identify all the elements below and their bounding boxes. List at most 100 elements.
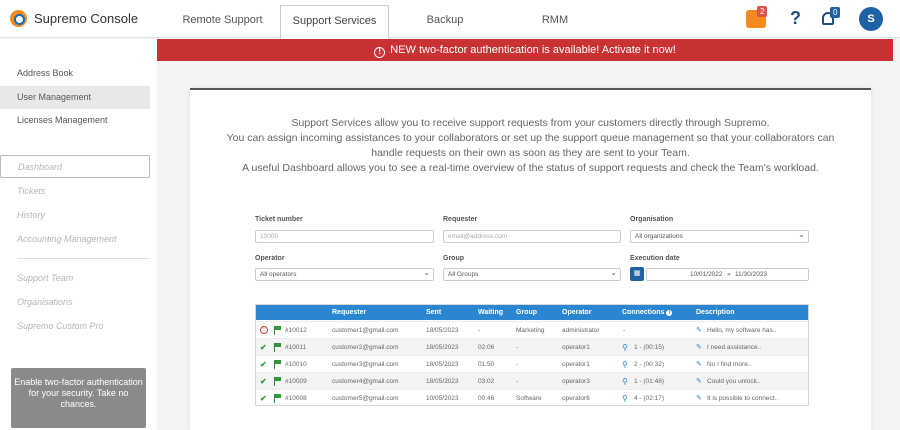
check-icon: ✔ [260,343,267,352]
sidebar-item-organisations[interactable]: Organisations [0,291,150,314]
waiting-cell: 02:06 [478,344,495,351]
operator-label: Operator [255,255,285,262]
table-row[interactable]: ✔ #10009 customer4@gmail.com 18/05/2023 … [256,372,808,389]
magnifier-icon[interactable]: ⚲ [622,356,628,373]
ticket-number[interactable]: #10008 [285,390,307,407]
top-bar: Supremo Console Remote Support Support S… [0,0,900,39]
connections-cell: 4 - (02:17) [634,395,664,402]
flag-icon [274,326,281,335]
sidebar-item-licenses-management[interactable]: Licenses Management [0,109,150,132]
magnifier-icon[interactable]: ⚲ [622,339,628,356]
ticket-number[interactable]: #10010 [285,356,307,373]
sent-cell: 18/05/2023 [426,378,459,385]
flag-icon [274,377,281,386]
table-row[interactable]: ✔ #10008 customer5@gmail.com 10/05/2023 … [256,389,808,406]
flag-icon [274,394,281,403]
app-title: Supremo Console [34,11,139,26]
operator-select[interactable]: All operators [255,267,434,281]
table-row[interactable]: ✔ #10011 customer2@gmail.com 18/05/2023 … [256,338,808,355]
supremo-logo-icon [10,10,27,27]
pencil-icon[interactable]: ✎ [696,390,702,407]
date-to: 11/30/2023 [735,271,768,278]
column-header-requester[interactable]: Requester [332,305,366,320]
sidebar-item-address-book[interactable]: Address Book [0,62,150,85]
requester-cell: customer4@gmail.com [332,378,399,385]
description-cell: Could you unlock.. [707,378,761,385]
pencil-icon[interactable]: ✎ [696,373,702,390]
group-select[interactable]: All Groups [443,267,621,281]
sidebar-item-support-team[interactable]: Support Team [0,267,150,290]
ticket-number[interactable]: #10011 [285,339,306,356]
intro-line: Support Services allow you to receive su… [291,117,770,129]
requester-cell: customer3@gmail.com [332,361,399,368]
help-icon[interactable]: ? [790,8,801,29]
requester-label: Requester [443,216,478,223]
tab-remote-support[interactable]: Remote Support [175,5,270,39]
calendar-icon[interactable]: ▦ [630,267,644,281]
sent-cell: 18/05/2023 [426,361,459,368]
info-icon[interactable]: i [666,310,673,316]
sidebar-item-supremo-custom-pro[interactable]: Supremo Custom Pro [0,315,150,338]
requester-input[interactable]: email@address.com [443,230,621,243]
avatar[interactable]: S [859,7,883,31]
table-row[interactable]: ! #10012 customer1@gmail.com 18/05/2023 … [256,321,808,338]
date-from: 10/01/2022 [690,271,723,278]
sidebar-item-history[interactable]: History [0,204,150,227]
description-cell: No I find more.. [707,361,752,368]
group-cell: - [516,344,519,351]
description-cell: I need assistance.. [707,344,762,351]
check-icon: ✔ [260,394,267,403]
alert-text: NEW two-factor authentication is availab… [390,44,676,56]
column-header-sent[interactable]: Sent [426,305,441,320]
app-logo[interactable]: Supremo Console [10,10,138,27]
sidebar-item-accounting-management[interactable]: Accounting Management [0,228,150,251]
organisation-label: Organisation [630,216,674,223]
ticket-number[interactable]: #10012 [285,322,307,339]
tab-support-services[interactable]: Support Services [280,5,389,39]
group-cell: Marketing [516,327,545,334]
operator-cell: operator1 [562,361,590,368]
connections-cell: 2 - (00:32) [634,361,664,368]
magnifier-icon[interactable]: ⚲ [622,390,628,407]
ticket-number-input[interactable]: 10000 [255,230,434,243]
sidebar-item-user-management[interactable]: User Management [0,86,150,109]
tickets-table: Requester Sent Waiting Group Operator Co… [255,304,809,406]
puzzle-badge: 2 [757,6,768,17]
table-header: Requester Sent Waiting Group Operator Co… [256,305,808,320]
description-cell: It is possible to connect.. [707,395,779,402]
organisation-select[interactable]: All organizations [630,229,809,243]
column-header-waiting[interactable]: Waiting [478,305,503,320]
column-header-operator[interactable]: Operator [562,305,592,320]
notification-badge: 0 [830,7,841,18]
ticket-number[interactable]: #10009 [285,373,307,390]
sent-cell: 18/05/2023 [426,344,459,351]
pencil-icon[interactable]: ✎ [696,356,702,373]
column-header-connections[interactable]: Connections i [622,305,673,320]
group-label: Group [443,255,464,262]
check-icon: ✔ [260,360,267,369]
sidebar-item-dashboard[interactable]: Dashboard [0,155,150,178]
group-cell: Software [516,395,542,402]
connections-cell: 1 - (00:15) [634,344,664,351]
flag-icon [274,360,281,369]
ticket-number-label: Ticket number [255,216,303,223]
tab-rmm[interactable]: RMM [510,5,600,39]
operator-cell: administrator [562,327,600,334]
operator-cell: operator3 [562,378,590,385]
group-cell: - [516,361,519,368]
waiting-cell: - [478,327,481,334]
magnifier-icon[interactable]: ⚲ [622,373,628,390]
tab-backup[interactable]: Backup [400,5,490,39]
pencil-icon[interactable]: ✎ [696,322,702,339]
column-header-group[interactable]: Group [516,305,537,320]
two-factor-promo[interactable]: Enable two-factor authentication for you… [11,368,146,428]
intro-line: You can assign incoming assistances to y… [226,132,835,144]
requester-cell: customer5@gmail.com [332,395,399,402]
requester-cell: customer1@gmail.com [332,327,399,334]
two-factor-alert-banner[interactable]: ! NEW two-factor authentication is availa… [157,39,893,61]
sidebar-item-tickets[interactable]: Tickets [0,180,150,203]
execution-date-range-input[interactable]: 10/01/2022 » 11/30/2023 [646,268,809,281]
table-row[interactable]: ✔ #10010 customer3@gmail.com 18/05/2023 … [256,355,808,372]
pencil-icon[interactable]: ✎ [696,339,702,356]
column-header-description[interactable]: Description [696,305,735,320]
